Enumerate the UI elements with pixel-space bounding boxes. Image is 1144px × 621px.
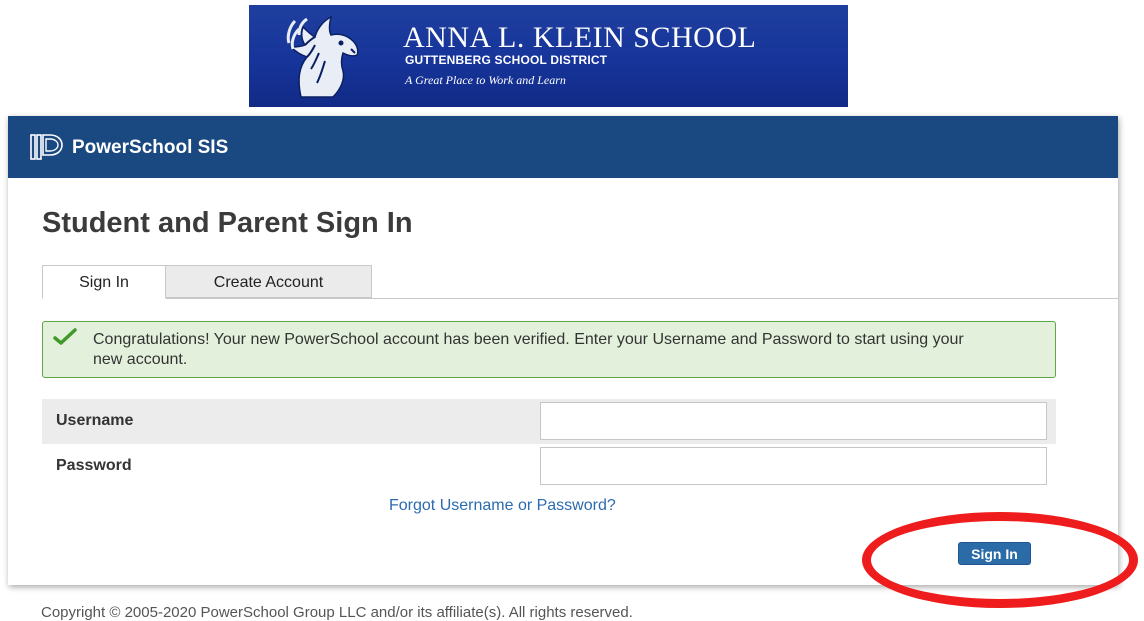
tab-sign-in[interactable]: Sign In bbox=[42, 265, 166, 299]
product-name: PowerSchool SIS bbox=[72, 137, 229, 158]
password-label: Password bbox=[56, 457, 132, 474]
username-label: Username bbox=[56, 412, 134, 429]
signin-tabs: Sign In Create Account bbox=[8, 265, 1118, 299]
district-name: GUTTENBERG SCHOOL DISTRICT bbox=[405, 53, 608, 67]
powerschool-header: PowerSchool SIS bbox=[8, 116, 1118, 178]
checkmark-icon bbox=[53, 328, 77, 345]
school-name: ANNA L. KLEIN SCHOOL bbox=[403, 21, 757, 54]
success-message-text: Congratulations! Your new PowerSchool ac… bbox=[93, 331, 964, 368]
tab-create-account[interactable]: Create Account bbox=[166, 265, 372, 298]
powerschool-logo-icon bbox=[30, 134, 63, 160]
username-row: Username bbox=[42, 399, 1056, 444]
forgot-credentials-link[interactable]: Forgot Username or Password? bbox=[389, 497, 616, 515]
highlight-annotation-circle bbox=[862, 512, 1138, 608]
password-row: Password bbox=[42, 444, 1056, 489]
school-tagline: A Great Place to Work and Learn bbox=[405, 73, 566, 87]
copyright-footer: Copyright © 2005-2020 PowerSchool Group … bbox=[41, 604, 633, 621]
school-banner: ANNA L. KLEIN SCHOOL GUTTENBERG SCHOOL D… bbox=[249, 5, 848, 107]
mustang-horse-icon bbox=[286, 15, 359, 98]
tabs-divider bbox=[42, 298, 1118, 299]
page-title: Student and Parent Sign In bbox=[42, 207, 413, 239]
username-input[interactable] bbox=[540, 402, 1047, 440]
password-input[interactable] bbox=[540, 447, 1047, 485]
verification-success-message: Congratulations! Your new PowerSchool ac… bbox=[42, 321, 1056, 378]
